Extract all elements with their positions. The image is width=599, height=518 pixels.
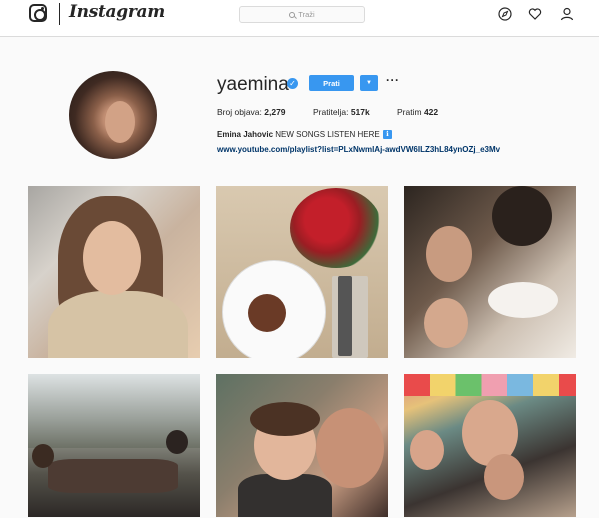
bio-link[interactable]: www.youtube.com/playlist?list=PLxNwmlAj-… (217, 145, 500, 154)
post-image-detail (492, 186, 552, 246)
post-image-detail (404, 374, 576, 396)
post-image-detail (238, 474, 332, 517)
search-input[interactable]: Traži (239, 6, 365, 23)
post-image-detail (488, 282, 558, 318)
instagram-wordmark[interactable]: Instagram (69, 2, 165, 22)
avatar (69, 71, 157, 159)
nav-divider (59, 3, 60, 25)
verified-badge-icon: ✓ (287, 78, 298, 89)
post-thumbnail[interactable] (216, 186, 388, 358)
search-placeholder: Traži (298, 10, 315, 19)
search-icon (289, 11, 296, 18)
post-image-detail (316, 408, 384, 488)
post-image-detail (32, 444, 54, 468)
stat-following[interactable]: Pratim 422 (397, 107, 438, 117)
post-image-detail (48, 291, 188, 358)
bio-text: NEW SONGS LISTEN HERE (275, 130, 380, 139)
post-image-detail (424, 298, 468, 348)
stat-posts: Broj objava: 2,279 (217, 107, 286, 117)
post-image-detail (248, 294, 286, 332)
post-thumbnail[interactable] (28, 186, 200, 358)
post-image-detail (250, 402, 320, 436)
post-thumbnail[interactable] (404, 374, 576, 517)
post-image-detail (410, 430, 444, 470)
more-options-button[interactable]: ··· (386, 73, 400, 87)
post-image-detail (484, 454, 524, 500)
post-thumbnail[interactable] (216, 374, 388, 517)
compass-icon[interactable] (498, 7, 512, 21)
user-icon[interactable] (560, 7, 574, 21)
post-thumbnail[interactable] (28, 374, 200, 517)
post-image-detail (338, 276, 352, 356)
info-emoji-icon: ℹ (382, 130, 392, 140)
instagram-glyph-icon[interactable] (29, 4, 47, 22)
top-nav: Instagram Traži (0, 0, 599, 37)
post-image-detail (83, 221, 141, 295)
post-image-detail (426, 226, 472, 282)
stat-followers[interactable]: Pratitelja: 517k (313, 107, 370, 117)
profile-username: yaemina (217, 74, 289, 95)
follow-button[interactable]: Prati (309, 75, 354, 91)
post-image-detail (48, 459, 178, 493)
post-image-detail (166, 430, 188, 454)
post-image-detail (290, 188, 382, 268)
post-thumbnail[interactable] (404, 186, 576, 358)
profile-bio: Emina Jahovic NEW SONGS LISTEN HERE ℹ (217, 130, 392, 140)
heart-icon[interactable] (528, 7, 542, 21)
bio-full-name: Emina Jahovic (217, 130, 274, 139)
suggestions-dropdown-button[interactable]: ▼ (360, 75, 378, 91)
